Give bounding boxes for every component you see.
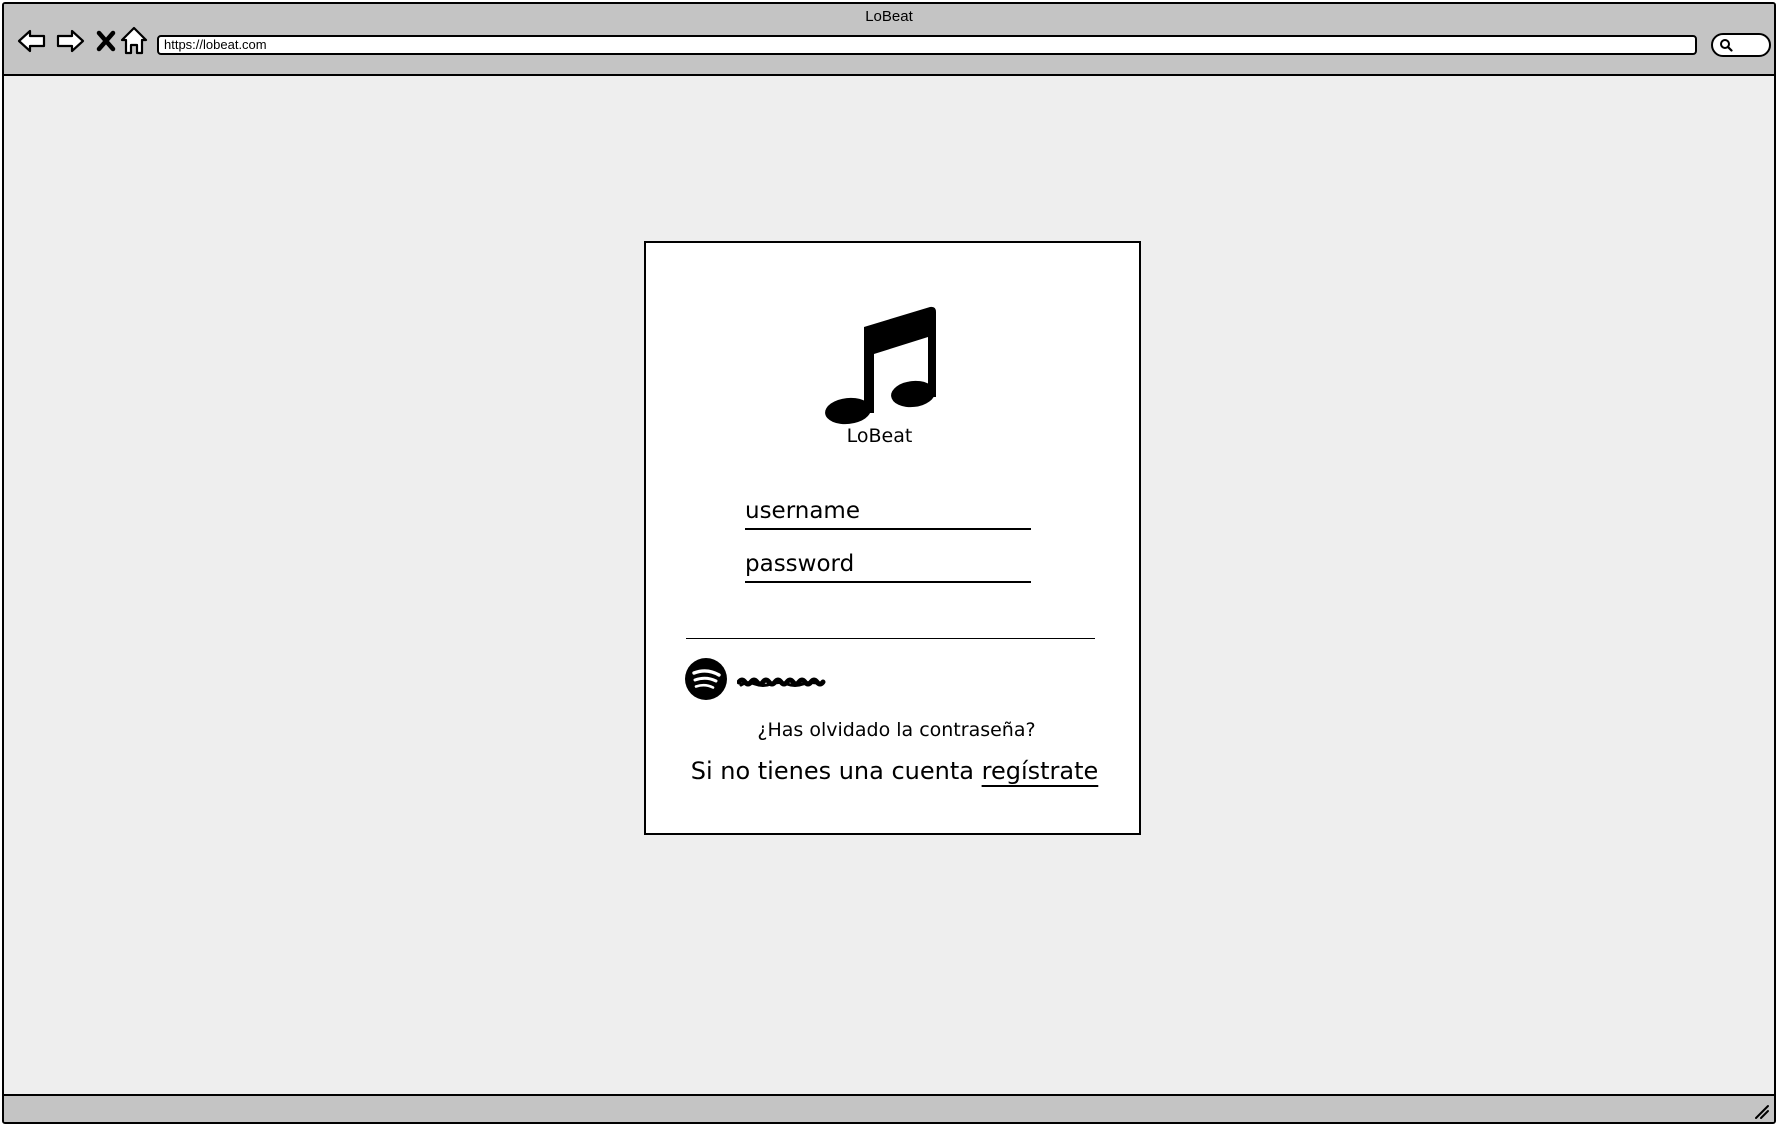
back-arrow-icon [17,29,46,53]
music-note-icon [825,306,936,425]
browser-window: LoBeat https://lobeat.com LoBeat usernam… [2,2,1776,1124]
password-field[interactable]: password [745,547,1031,583]
home-icon [120,26,148,55]
username-field[interactable]: username [745,494,1031,530]
forward-arrow-icon [56,29,85,53]
back-button[interactable] [16,25,48,57]
search-button[interactable] [1711,33,1771,57]
spotify-login-button[interactable] [685,658,845,702]
brand-name: LoBeat [846,425,913,447]
resize-grip-icon[interactable] [1752,1102,1770,1120]
window-title: LoBeat [865,8,913,25]
status-bar [4,1094,1774,1122]
login-card: LoBeat username password ¿Has olvidado l… [644,241,1141,835]
forward-button[interactable] [54,25,86,57]
no-account-text: Si no tienes una cuenta [690,757,982,785]
home-button[interactable] [118,25,150,57]
register-link[interactable]: regístrate [982,757,1099,785]
spotify-icon [685,658,727,700]
signup-prompt: Si no tienes una cuenta regístrate [646,757,1139,785]
section-divider [686,638,1095,639]
search-icon [1720,39,1733,52]
browser-toolbar: LoBeat https://lobeat.com [4,4,1774,76]
forgot-password-link[interactable]: ¿Has olvidado la contraseña? [646,719,1139,741]
spotify-label-scribble [737,677,826,687]
address-bar[interactable]: https://lobeat.com [157,35,1697,55]
